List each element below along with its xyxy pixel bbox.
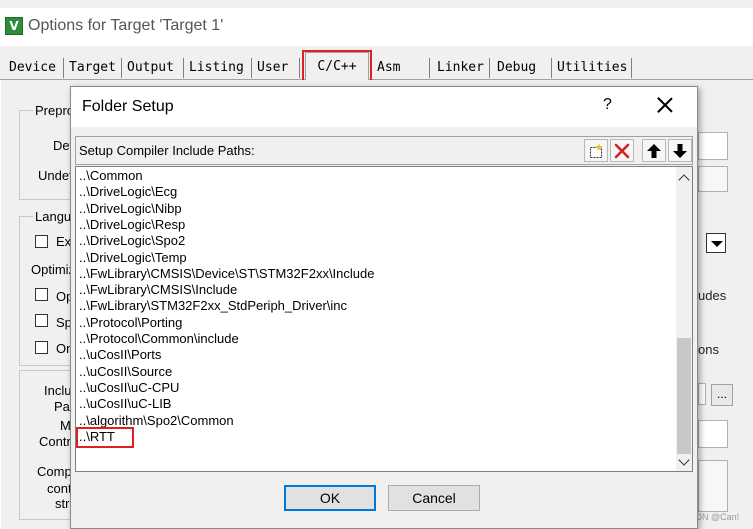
include-paths-label: Setup Compiler Include Paths: bbox=[79, 143, 255, 158]
tab-user[interactable]: User bbox=[252, 58, 300, 78]
scroll-up-icon[interactable] bbox=[678, 174, 690, 186]
misc-controls-label-2: Contr bbox=[39, 434, 71, 449]
undefine-field[interactable] bbox=[698, 166, 728, 192]
tab-output[interactable]: Output bbox=[122, 58, 184, 78]
include-paths-browse-button[interactable]: ... bbox=[711, 384, 733, 406]
new-folder-icon[interactable] bbox=[584, 139, 608, 162]
include-path-item[interactable]: ..\DriveLogic\Temp bbox=[79, 250, 187, 266]
move-up-icon[interactable] bbox=[642, 139, 666, 162]
vertical-scrollbar[interactable] bbox=[676, 167, 692, 471]
delete-icon[interactable] bbox=[610, 139, 634, 162]
language-group-label: Langu bbox=[33, 209, 74, 224]
tab-target[interactable]: Target bbox=[64, 58, 122, 78]
include-path-item[interactable]: ..\uCosII\uC-LIB bbox=[79, 396, 171, 412]
tab-utilities[interactable]: Utilities bbox=[552, 58, 632, 78]
scrollbar-thumb[interactable] bbox=[677, 338, 691, 454]
options-tab-strip: Device Target Output Listing User C/C++ … bbox=[0, 52, 753, 80]
tab-linker[interactable]: Linker bbox=[432, 58, 490, 78]
scroll-down-icon[interactable] bbox=[678, 454, 690, 466]
includes-fragment: udes bbox=[698, 288, 727, 303]
include-path-item[interactable]: ..\algorithm\Spo2\Common bbox=[79, 413, 234, 429]
undefine-label: Undef bbox=[38, 168, 73, 183]
options-fragment: ons bbox=[698, 342, 719, 357]
include-path-item[interactable]: ..\DriveLogic\Spo2 bbox=[79, 233, 185, 249]
include-paths-list[interactable]: ..\Common ..\DriveLogic\Ecg ..\DriveLogic\… bbox=[75, 166, 693, 472]
include-path-item[interactable]: ..\Protocol\Porting bbox=[79, 315, 182, 331]
optimize-checkbox[interactable] bbox=[35, 288, 48, 301]
execute-only-label: Ex bbox=[56, 234, 72, 249]
include-path-item[interactable]: ..\FwLibrary\CMSIS\Device\ST\STM32F2xx\I… bbox=[79, 266, 374, 282]
options-window-titlebar: V Options for Target 'Target 1' bbox=[0, 8, 753, 46]
tab-c-cpp[interactable]: C/C++ bbox=[305, 52, 369, 80]
dialog-title: Folder Setup bbox=[82, 98, 174, 115]
compiler-control-label: Comp bbox=[37, 464, 72, 479]
tab-device[interactable]: Device bbox=[4, 58, 64, 78]
dialog-titlebar: Folder Setup ? bbox=[71, 87, 697, 127]
tab-debug[interactable]: Debug bbox=[492, 58, 552, 78]
window-title: Options for Target 'Target 1' bbox=[28, 17, 224, 34]
compiler-control-label-2: cont bbox=[47, 481, 72, 496]
define-field[interactable] bbox=[698, 132, 728, 160]
include-path-item[interactable]: ..\uCosII\Ports bbox=[79, 347, 161, 363]
include-path-item[interactable]: ..\FwLibrary\CMSIS\Include bbox=[79, 282, 237, 298]
execute-only-checkbox[interactable] bbox=[35, 235, 48, 248]
include-path-item[interactable]: ..\DriveLogic\Ecg bbox=[79, 184, 177, 200]
tab-asm[interactable]: Asm bbox=[372, 58, 430, 78]
include-paths-label: Inclu bbox=[44, 383, 72, 398]
tab-listing[interactable]: Listing bbox=[184, 58, 252, 78]
include-path-item[interactable]: ..\uCosII\uC-CPU bbox=[79, 380, 179, 396]
include-path-item[interactable]: ..\RTT bbox=[79, 429, 115, 445]
one-elf-checkbox[interactable] bbox=[35, 341, 48, 354]
close-icon[interactable] bbox=[657, 97, 673, 113]
keil-app-icon: V bbox=[5, 17, 23, 35]
compiler-control-string-field bbox=[698, 460, 728, 512]
move-down-icon[interactable] bbox=[668, 139, 692, 162]
include-path-item[interactable]: ..\DriveLogic\Resp bbox=[79, 217, 185, 233]
dropdown-arrow-icon[interactable] bbox=[706, 233, 726, 253]
include-paths-field[interactable] bbox=[698, 383, 706, 405]
folder-setup-dialog: Folder Setup ? Setup Compiler Include Pa… bbox=[70, 86, 698, 529]
include-path-item[interactable]: ..\Protocol\Common\include bbox=[79, 331, 239, 347]
include-path-item[interactable]: ..\uCosII\Source bbox=[79, 364, 172, 380]
misc-controls-field[interactable] bbox=[698, 420, 728, 448]
ok-button[interactable]: OK bbox=[284, 485, 376, 511]
include-paths-header: Setup Compiler Include Paths: bbox=[75, 136, 693, 165]
include-path-item[interactable]: ..\FwLibrary\STM32F2xx_StdPeriph_Driver\… bbox=[79, 298, 347, 314]
help-button[interactable]: ? bbox=[603, 96, 612, 114]
include-path-item[interactable]: ..\DriveLogic\Nibp bbox=[79, 201, 182, 217]
optimization-label: Optimiz bbox=[31, 262, 76, 277]
cancel-button[interactable]: Cancel bbox=[388, 485, 480, 511]
screenshot: V Options for Target 'Target 1' Device T… bbox=[0, 0, 753, 529]
include-path-item[interactable]: ..\Common bbox=[79, 168, 143, 184]
split-checkbox[interactable] bbox=[35, 314, 48, 327]
